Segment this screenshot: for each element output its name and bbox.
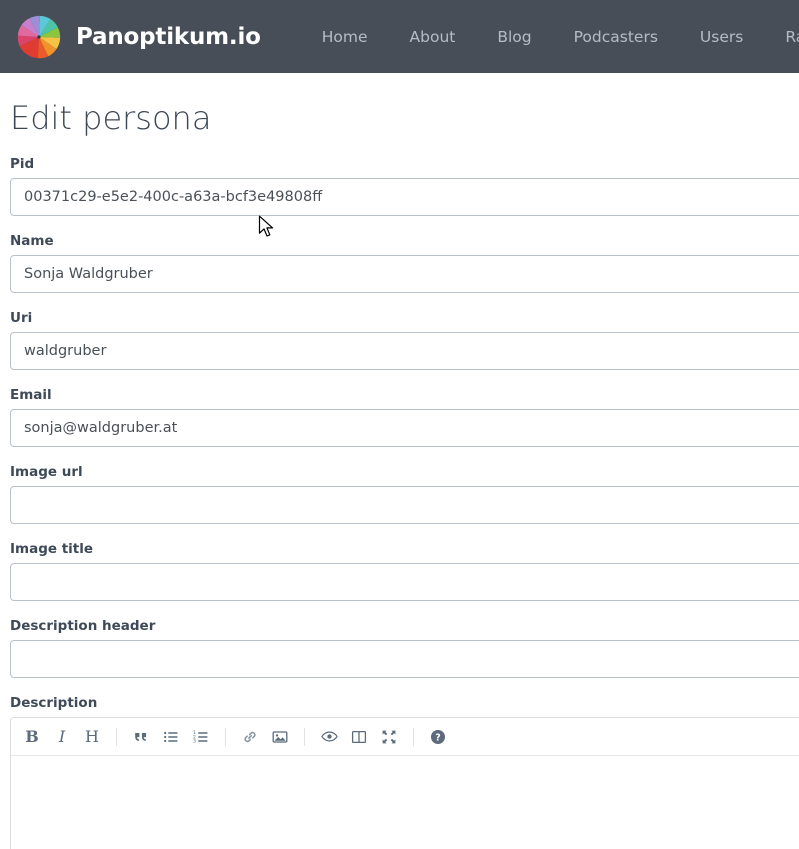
pid-input[interactable] (10, 178, 799, 216)
bold-button[interactable]: B (17, 722, 47, 752)
main-content: Edit persona Pid Name Uri Email Image ur… (0, 99, 799, 849)
link-button[interactable] (235, 722, 265, 752)
svg-text:?: ? (435, 732, 441, 743)
nav-item-about[interactable]: About (389, 20, 477, 54)
image-button[interactable] (265, 722, 295, 752)
field-image-url-label: Image url (10, 464, 83, 480)
nav-item-home-label: Home (321, 27, 368, 46)
side-by-side-button[interactable] (344, 722, 374, 752)
brand-link[interactable]: Panoptikum.io (16, 14, 261, 60)
toolbar-separator (304, 727, 305, 746)
markdown-editor: B I H 1 2 3 ? (10, 717, 799, 849)
nav-item-random[interactable]: Random (764, 20, 799, 54)
field-image-title: Image title (10, 541, 799, 601)
svg-text:3: 3 (193, 738, 196, 744)
field-name-label: Name (10, 233, 54, 249)
top-navbar: Panoptikum.io Home About Blog Podcasters… (0, 0, 799, 73)
image-url-input[interactable] (10, 486, 799, 524)
field-description-label: Description (10, 695, 98, 711)
nav-item-users[interactable]: Users (679, 20, 764, 54)
field-image-title-label: Image title (10, 541, 94, 557)
nav-item-podcasters[interactable]: Podcasters (553, 20, 679, 54)
field-description: Description B I H 1 2 3 ? (10, 695, 799, 849)
nav-item-about-label: About (409, 27, 456, 46)
markdown-toolbar: B I H 1 2 3 ? (11, 718, 799, 756)
toolbar-separator (225, 727, 226, 746)
italic-button[interactable]: I (47, 722, 77, 752)
name-input[interactable] (10, 255, 799, 293)
nav-item-blog[interactable]: Blog (476, 20, 552, 54)
field-uri-label: Uri (10, 310, 33, 326)
toolbar-separator (116, 727, 117, 746)
pinwheel-logo-icon (16, 14, 62, 60)
field-pid-label: Pid (10, 156, 35, 172)
nav-item-random-label: Random (785, 27, 799, 46)
field-pid: Pid (10, 156, 799, 216)
ordered-list-button[interactable]: 1 2 3 (186, 722, 216, 752)
page-title: Edit persona (10, 99, 212, 137)
edit-persona-form: Pid Name Uri Email Image url Image title (0, 156, 799, 849)
nav-links: Home About Blog Podcasters Users Random (301, 20, 799, 54)
nav-item-home[interactable]: Home (301, 20, 389, 54)
field-uri: Uri (10, 310, 799, 370)
brand-title: Panoptikum.io (76, 23, 261, 50)
uri-input[interactable] (10, 332, 799, 370)
field-name: Name (10, 233, 799, 293)
guide-button[interactable]: ? (423, 722, 453, 752)
field-description-header: Description header (10, 618, 799, 678)
toolbar-separator (413, 727, 414, 746)
email-input[interactable] (10, 409, 799, 447)
nav-item-users-label: Users (699, 27, 744, 46)
image-title-input[interactable] (10, 563, 799, 601)
description-textarea[interactable] (11, 756, 799, 849)
fullscreen-button[interactable] (374, 722, 404, 752)
field-image-url: Image url (10, 464, 799, 524)
field-description-header-label: Description header (10, 618, 156, 634)
unordered-list-button[interactable] (156, 722, 186, 752)
quote-button[interactable] (126, 722, 156, 752)
description-header-input[interactable] (10, 640, 799, 678)
field-email: Email (10, 387, 799, 447)
heading-button[interactable]: H (77, 722, 107, 752)
nav-item-blog-label: Blog (497, 27, 532, 46)
nav-item-podcasters-label: Podcasters (573, 27, 658, 46)
field-email-label: Email (10, 387, 52, 403)
preview-button[interactable] (314, 722, 344, 752)
